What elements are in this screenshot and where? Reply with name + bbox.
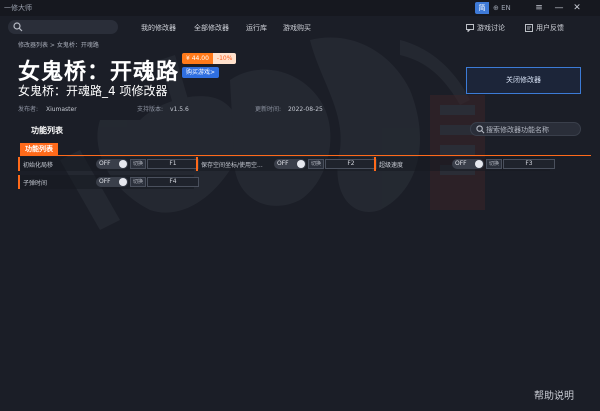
trainer-window: 一修大师 简 ⊕ EN ≡ — ✕ 我的修改器 全部修改器 运行库 游戏购买 游… <box>0 0 600 411</box>
toggle-knob <box>297 160 305 168</box>
nav-my-trainers[interactable]: 我的修改器 <box>141 23 176 33</box>
toggle-state: OFF <box>99 160 111 167</box>
version-label: 支持版本: <box>137 106 164 113</box>
hotkey-mode: 切换 <box>486 159 502 169</box>
feature-row: 初始化局移 OFF 切换 F1 <box>18 157 199 171</box>
version-value: v1.5.6 <box>169 106 189 113</box>
feature-toggle[interactable]: OFF <box>274 159 306 169</box>
game-search-box[interactable] <box>8 20 118 34</box>
search-icon <box>476 125 485 134</box>
game-search-input[interactable] <box>26 21 112 33</box>
user-feedback-label: 用户反馈 <box>536 24 564 32</box>
hotkey-field[interactable]: F2 <box>325 159 377 169</box>
tab-feature-list[interactable]: 功能列表 <box>20 143 58 155</box>
feature-search-input[interactable] <box>486 124 578 135</box>
feature-search-box[interactable] <box>470 122 581 136</box>
game-discussion-link[interactable]: 游戏讨论 <box>466 23 505 33</box>
feature-toggle[interactable]: OFF <box>452 159 484 169</box>
close-trainer-button[interactable]: 关闭修改器 <box>466 67 581 94</box>
publisher-label: 发布者: <box>18 106 39 113</box>
toggle-state: OFF <box>277 160 289 167</box>
feature-name: 初始化局移 <box>23 162 54 169</box>
price-tag: ¥ 44.00 -10% <box>182 53 237 64</box>
feature-name: 保存空间坐标/使用空... <box>201 162 263 169</box>
toggle-state: OFF <box>455 160 467 167</box>
updated-info: 更新时间: 2022-08-25 <box>255 104 323 113</box>
game-discussion-label: 游戏讨论 <box>477 24 505 32</box>
features-heading: 功能列表 <box>31 126 63 135</box>
hotkey-field[interactable]: F3 <box>503 159 555 169</box>
price: ¥ 44.00 <box>182 53 213 64</box>
minimize-icon[interactable]: — <box>553 2 565 14</box>
help-link[interactable]: 帮助说明 <box>534 387 574 402</box>
toggle-knob <box>119 160 127 168</box>
globe-icon: ⊕ <box>493 4 499 12</box>
nav-game-purchase[interactable]: 游戏购买 <box>283 23 311 33</box>
updated-value: 2022-08-25 <box>287 106 323 113</box>
updated-label: 更新时间: <box>255 106 282 113</box>
trainer-title: 女鬼桥：开魂路_4 项修改器 <box>18 84 168 98</box>
toggle-knob <box>119 178 127 186</box>
version-info: 支持版本: v1.5.6 <box>137 104 189 113</box>
feature-toggle[interactable]: OFF <box>96 159 128 169</box>
menu-icon[interactable]: ≡ <box>533 2 545 14</box>
hotkey-mode: 切换 <box>130 177 146 187</box>
toggle-knob <box>475 160 483 168</box>
discount-badge: -10% <box>212 53 237 64</box>
search-icon <box>13 22 23 32</box>
close-icon[interactable]: ✕ <box>571 2 583 14</box>
publisher-value: Xiumaster <box>45 106 77 113</box>
nav-runtime-library[interactable]: 运行库 <box>246 23 267 33</box>
feature-row: 保存空间坐标/使用空... OFF 切换 F2 <box>196 157 377 171</box>
lang-english-button[interactable]: ⊕ EN <box>489 2 521 14</box>
feature-row: 子弹时间 OFF 切换 F4 <box>18 175 199 189</box>
language-toggle[interactable]: 简 ⊕ EN <box>475 2 521 14</box>
toggle-state: OFF <box>99 178 111 185</box>
hotkey-mode: 切换 <box>130 159 146 169</box>
chat-icon <box>466 24 474 32</box>
nav-all-trainers[interactable]: 全部修改器 <box>194 23 229 33</box>
hotkey-field[interactable]: F1 <box>147 159 199 169</box>
hotkey-mode: 切换 <box>308 159 324 169</box>
feature-name: 子弹时间 <box>23 180 48 187</box>
feedback-icon <box>525 24 533 32</box>
publisher-info: 发布者: Xiumaster <box>18 104 77 113</box>
tab-divider <box>20 155 591 156</box>
lang-chinese-button[interactable]: 简 <box>475 2 489 14</box>
buy-game-button[interactable]: 购买游戏> <box>182 67 220 78</box>
feature-toggle[interactable]: OFF <box>96 177 128 187</box>
hotkey-field[interactable]: F4 <box>147 177 199 187</box>
feature-name: 超级速度 <box>379 162 404 169</box>
feature-row: 超级速度 OFF 切换 F3 <box>374 157 555 171</box>
lang-english-label: EN <box>501 4 511 12</box>
app-name: 一修大师 <box>4 4 32 12</box>
breadcrumb[interactable]: 修改器列表 > 女鬼桥：开魂路 <box>18 40 99 49</box>
user-feedback-link[interactable]: 用户反馈 <box>525 23 564 33</box>
